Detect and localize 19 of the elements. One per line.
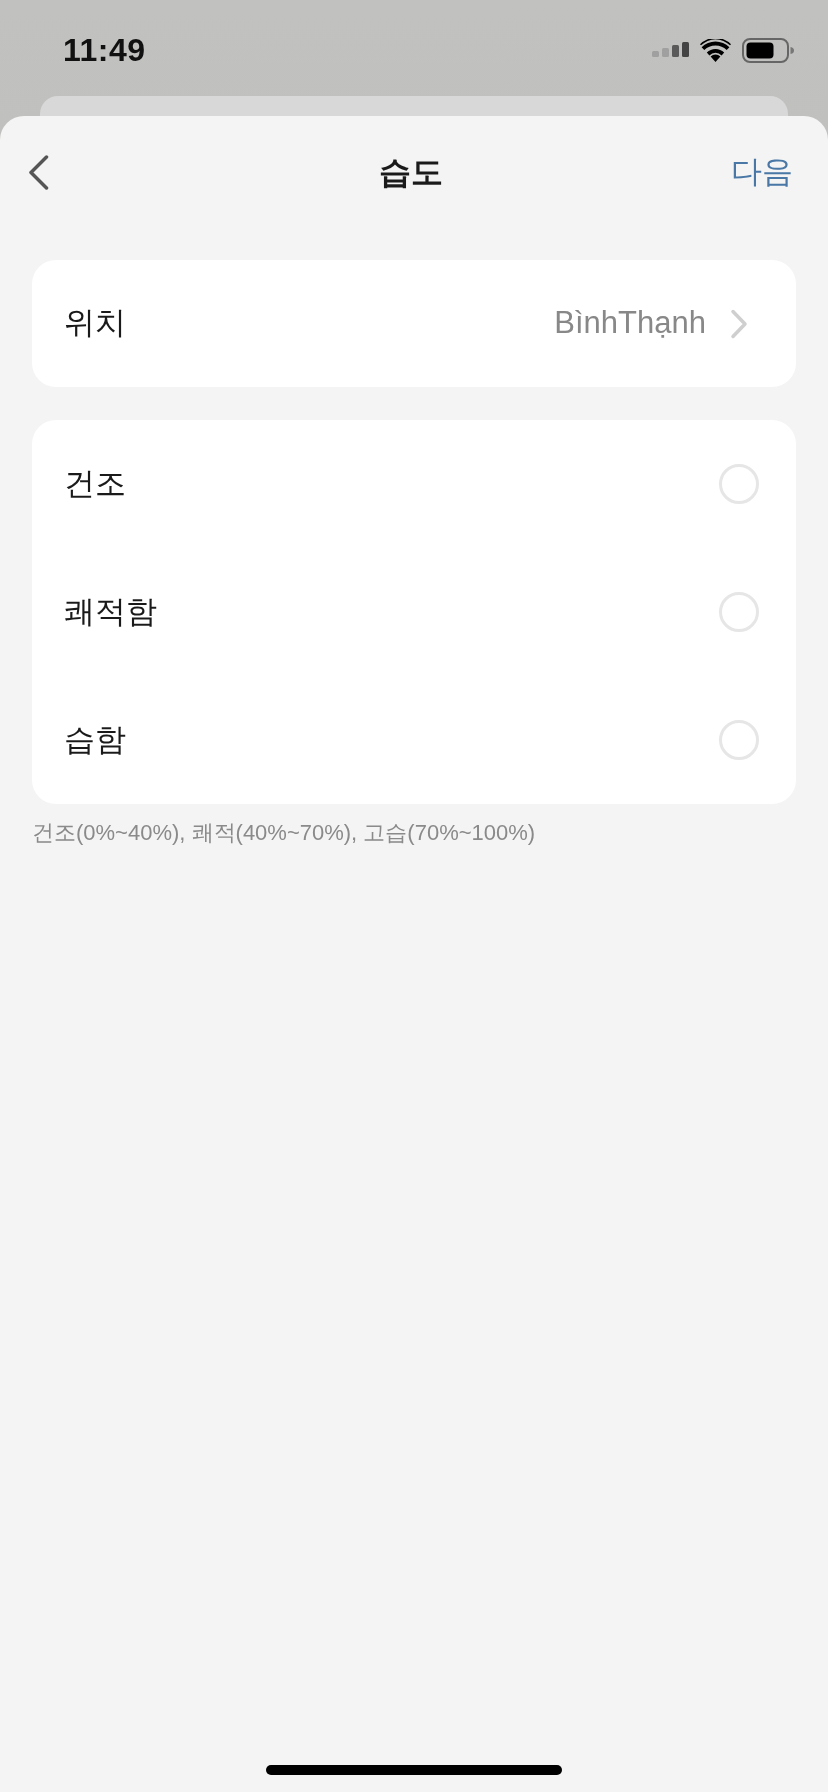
humidity-option[interactable]: 쾌적함	[32, 548, 796, 676]
radio-button[interactable]	[719, 592, 759, 632]
radio-button[interactable]	[719, 720, 759, 760]
status-time: 11:49	[63, 34, 146, 66]
humidity-range-note: 건조(0%~40%), 쾌적(40%~70%), 고습(70%~100%)	[32, 819, 537, 847]
location-card[interactable]: 위치 BìnhThạnh	[32, 260, 796, 387]
back-button[interactable]	[28, 154, 49, 190]
battery-icon	[742, 37, 794, 63]
humidity-option[interactable]: 습함	[32, 676, 796, 804]
radio-button[interactable]	[719, 464, 759, 504]
chevron-right-icon	[730, 308, 748, 339]
chevron-left-icon	[28, 154, 49, 190]
wifi-icon	[700, 38, 731, 62]
location-value: BìnhThạnh	[554, 304, 706, 343]
location-label: 위치	[64, 304, 126, 343]
signal-icon	[652, 42, 689, 58]
page-title: 습도	[378, 152, 443, 192]
next-button[interactable]: 다음	[731, 153, 793, 191]
humidity-option[interactable]: 건조	[32, 420, 796, 548]
